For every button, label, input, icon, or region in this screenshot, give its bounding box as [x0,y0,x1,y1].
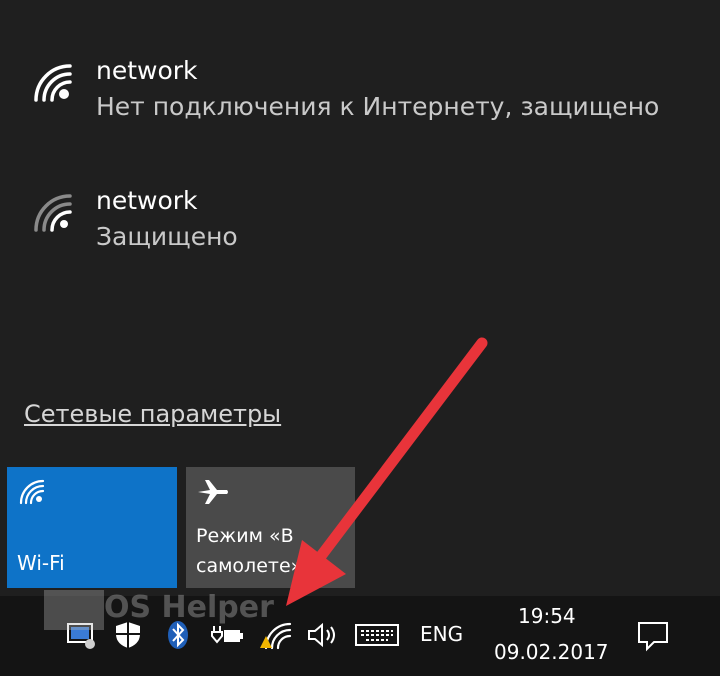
keyboard-icon[interactable] [354,620,400,650]
network-item-2[interactable]: network Защищено [0,186,720,296]
wifi-tile-label: Wi-Fi [17,551,65,575]
notification-icon[interactable] [636,620,670,652]
wifi-icon [19,479,45,505]
network-name: network [96,56,198,85]
network-settings-link[interactable]: Сетевые параметры [24,400,281,428]
network-status: Защищено [96,222,238,251]
wifi-icon [34,64,72,102]
airplane-icon [198,480,228,504]
volume-icon[interactable] [306,620,340,650]
network-status: Нет подключения к Интернету, защищено [96,92,660,121]
network-name: network [96,186,198,215]
language-indicator[interactable]: ENG [420,622,463,646]
watermark-logo [44,590,104,630]
wifi-icon [34,194,72,232]
network-item-1[interactable]: network Нет подключения к Интернету, защ… [0,56,720,166]
watermark-text: OS Helper [104,590,274,625]
wifi-tile[interactable]: Wi-Fi [7,467,177,588]
network-flyout: network Нет подключения к Интернету, защ… [0,0,720,596]
clock-date[interactable]: 09.02.2017 [494,640,609,664]
airplane-mode-tile[interactable]: Режим «В самолете» [186,467,355,588]
airplane-mode-label: Режим «В самолете» [196,525,303,577]
clock-time[interactable]: 19:54 [518,604,576,628]
